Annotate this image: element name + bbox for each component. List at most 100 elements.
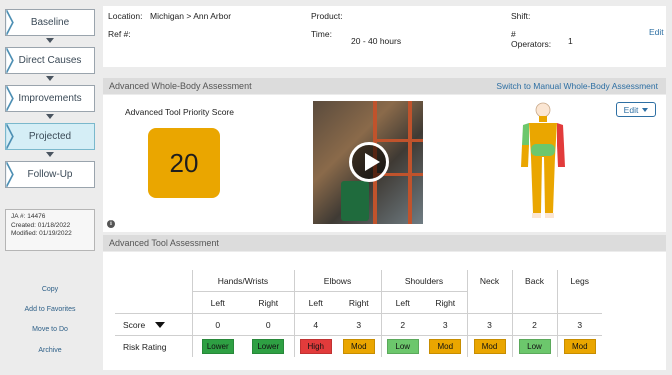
sort-down-icon[interactable]	[155, 322, 166, 329]
risk-badge: Low	[518, 339, 551, 354]
group-header: Back	[511, 270, 557, 314]
side-header: Left	[293, 291, 337, 314]
job-meta: JA #: 14476 Created: 01/18/2022 Modified…	[5, 209, 95, 251]
risk-rating-label: Risk Rating	[123, 341, 167, 352]
body-back	[531, 144, 555, 156]
score-cell: 0	[243, 313, 294, 336]
step-direct-causes[interactable]: Direct Causes	[5, 47, 95, 74]
risk-badge: Mod	[563, 339, 596, 354]
job-info-panel: Location: Michigan > Ann Arbor Product: …	[103, 6, 666, 67]
priority-score-value: 20	[169, 147, 199, 178]
move-to-do-link[interactable]: Move to Do	[0, 326, 100, 333]
side-header: Right	[424, 291, 467, 314]
priority-score-badge: 20	[148, 128, 220, 198]
score-label: Score	[123, 319, 146, 330]
job-number: JA #: 14476	[11, 213, 46, 220]
side-header: Left	[191, 291, 243, 314]
time-label: Time:	[311, 29, 332, 39]
shelf-beam	[373, 139, 423, 142]
step-follow-up[interactable]: Follow-Up	[5, 161, 95, 188]
body-left-leg	[531, 157, 542, 213]
chevron-right-icon	[6, 48, 14, 73]
edit-dropdown-button[interactable]: Edit	[616, 102, 656, 117]
group-header: Elbows	[293, 270, 381, 292]
body-right-arm-lower	[557, 145, 565, 167]
tool-assessment-title: Advanced Tool Assessment	[109, 238, 219, 248]
step-improvements[interactable]: Improvements	[5, 85, 95, 112]
score-cell: 2	[511, 313, 557, 336]
side-header: Left	[380, 291, 424, 314]
info-icon[interactable]: i	[107, 220, 115, 228]
chevron-right-icon	[6, 162, 14, 187]
add-to-favorites-link[interactable]: Add to Favorites	[0, 306, 100, 313]
step-label: Improvements	[18, 93, 82, 104]
step-label: Direct Causes	[18, 55, 82, 66]
step-baseline[interactable]: Baseline	[5, 9, 95, 36]
body-map-figure	[521, 102, 565, 218]
edit-info-link[interactable]: Edit	[649, 27, 664, 37]
score-cell: 3	[466, 313, 512, 336]
body-left-arm-upper	[522, 123, 529, 145]
shift-label: Shift:	[511, 11, 531, 21]
caret-down-icon	[642, 107, 649, 112]
body-neck	[539, 116, 547, 122]
step-label: Follow-Up	[27, 169, 73, 180]
score-sort-header[interactable]: Score	[115, 313, 192, 336]
body-head	[535, 102, 551, 118]
arrow-down-icon	[46, 114, 54, 119]
risk-badge: Lower	[252, 339, 285, 354]
location-value: Michigan > Ann Arbor	[150, 11, 232, 21]
whole-body-title: Advanced Whole-Body Assessment	[109, 81, 252, 91]
switch-manual-link[interactable]: Switch to Manual Whole-Body Assessment	[496, 78, 658, 94]
operators-label: Operators:	[511, 39, 552, 49]
shelf-beam	[408, 101, 412, 224]
step-projected[interactable]: Projected	[5, 123, 95, 150]
side-header: Right	[243, 291, 294, 314]
body-right-arm-upper	[557, 123, 564, 145]
group-header: Neck	[466, 270, 512, 314]
body-left-foot	[532, 213, 541, 218]
score-row: Score 0 0 4 3 2 3 3 2 3	[115, 313, 602, 336]
score-cell: 2	[380, 313, 424, 336]
risk-badge: Mod	[342, 339, 375, 354]
step-label: Baseline	[30, 17, 70, 28]
group-header: Legs	[556, 270, 602, 314]
copy-link[interactable]: Copy	[0, 286, 100, 293]
created-date: Created: 01/18/2022	[11, 221, 71, 229]
play-icon[interactable]	[349, 142, 389, 182]
score-cell: 3	[424, 313, 467, 336]
chevron-right-icon	[6, 10, 14, 35]
group-header-row: Hands/Wrists Elbows Shoulders Neck Back …	[115, 270, 602, 314]
risk-badge: High	[299, 339, 332, 354]
modified-date: Modified: 01/19/2022	[11, 230, 72, 237]
group-header: Hands/Wrists	[191, 270, 294, 292]
tool-assessment-panel: Hands/Wrists Elbows Shoulders Neck Back …	[103, 252, 666, 370]
risk-badge: Mod	[429, 339, 462, 354]
barrel	[341, 181, 369, 221]
risk-badge: Low	[386, 339, 419, 354]
location-label: Location:	[108, 11, 143, 21]
body-right-foot	[545, 213, 554, 218]
side-header: Right	[337, 291, 381, 314]
whole-body-panel: Advanced Tool Priority Score 20 i Edit	[103, 95, 666, 232]
risk-badge: Mod	[473, 339, 506, 354]
score-cell: 3	[337, 313, 381, 336]
risk-rating-row: Risk Rating Lower Lower High Mod Low Mod…	[115, 335, 602, 357]
arrow-down-icon	[46, 76, 54, 81]
priority-score-label: Advanced Tool Priority Score	[125, 107, 234, 117]
step-label: Projected	[28, 131, 72, 142]
operators-label-hash: #	[511, 29, 516, 39]
chevron-right-icon	[6, 124, 14, 149]
score-cell: 3	[556, 313, 602, 336]
risk-badge: Lower	[201, 339, 234, 354]
tool-assessment-header: Advanced Tool Assessment	[103, 235, 666, 251]
score-cell: 0	[191, 313, 243, 336]
video-thumbnail[interactable]	[313, 101, 423, 224]
product-label: Product:	[311, 11, 343, 21]
archive-link[interactable]: Archive	[0, 347, 100, 354]
score-cell: 4	[293, 313, 337, 336]
ref-label: Ref #:	[108, 29, 131, 39]
time-value: 20 - 40 hours	[351, 36, 402, 46]
chevron-right-icon	[6, 86, 14, 111]
edit-label: Edit	[623, 104, 639, 115]
